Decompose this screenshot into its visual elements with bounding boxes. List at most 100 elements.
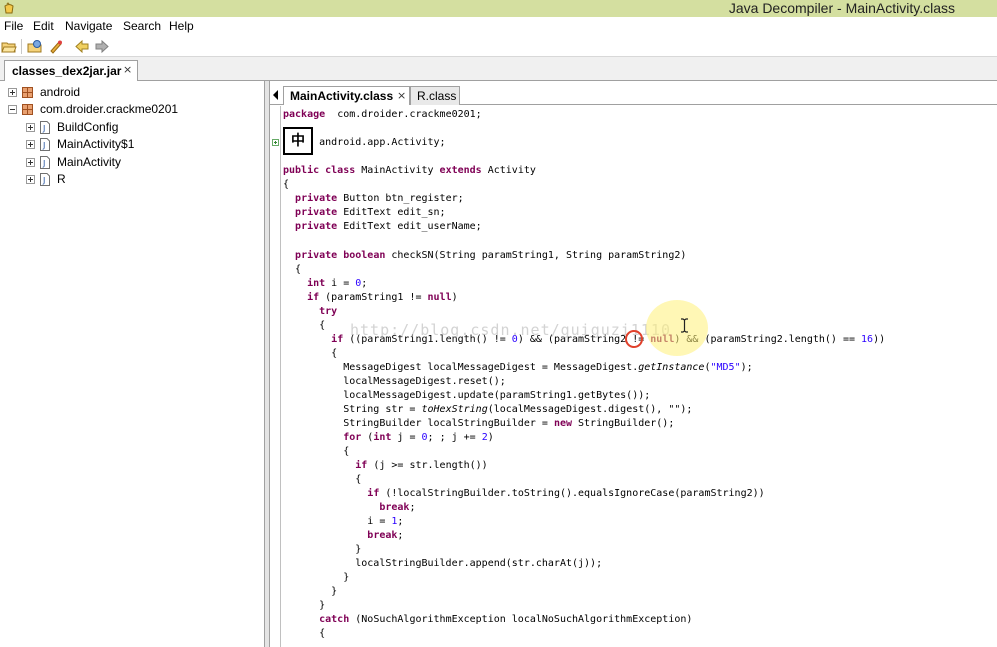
code-token: ; (409, 502, 416, 513)
code-token: private (295, 221, 338, 232)
code-token: { (283, 264, 302, 275)
tab-list-arrow-icon[interactable] (273, 90, 278, 100)
package-tree: android com.droider.crackme0201 J BuildC… (0, 81, 265, 647)
tab-r-class[interactable]: R.class (410, 86, 460, 105)
code-token: localMessageDigest.reset(); (283, 376, 506, 387)
code-line: package com.droider.crackme0201; (283, 108, 482, 122)
code-line: { (283, 627, 325, 641)
tree-node-mainactivity-1[interactable]: J MainActivity$1 (0, 136, 265, 153)
code-line: private EditText edit_sn; (283, 206, 446, 220)
expand-imports-icon[interactable] (272, 139, 279, 146)
expand-icon[interactable] (26, 140, 35, 149)
code-token: private (295, 193, 338, 204)
menu-help[interactable]: Help (169, 19, 194, 34)
tree-node-mainactivity[interactable]: J MainActivity (0, 154, 265, 171)
code-token: localMessageDigest.update(paramString1.g… (283, 390, 651, 401)
code-line: } (283, 599, 325, 613)
menu-edit[interactable]: Edit (33, 19, 54, 34)
expand-icon[interactable] (26, 123, 35, 132)
code-line: for (int j = 0; ; j += 2) (283, 431, 494, 445)
code-line: if (paramString1 != null) (283, 291, 458, 305)
code-line: i = 1; (283, 515, 403, 529)
code-token: EditText edit_sn; (337, 207, 446, 218)
code-token: (localMessageDigest.digest(), ""); (487, 404, 693, 415)
code-token: ; (361, 278, 368, 289)
code-token: ; (397, 530, 404, 541)
tree-label: MainActivity$1 (57, 137, 135, 151)
code-token: StringBuilder localStringBuilder = (283, 418, 554, 429)
tree-node-r[interactable]: J R (0, 171, 265, 188)
close-icon[interactable]: × (123, 63, 132, 76)
menu-search[interactable]: Search (123, 19, 161, 34)
forward-arrow-icon[interactable] (94, 39, 110, 54)
code-token: ( (361, 432, 374, 443)
tab-mainactivity-class[interactable]: MainActivity.class × (283, 86, 410, 105)
expand-icon[interactable] (26, 158, 35, 167)
click-indicator (625, 330, 643, 348)
code-token: catch (319, 614, 350, 625)
tree-node-buildconfig[interactable]: J BuildConfig (0, 119, 265, 136)
code-token: com.droider.crackme0201; (325, 109, 482, 120)
code-token: } (283, 544, 362, 555)
menu-file[interactable]: File (4, 19, 23, 34)
open-folder-icon[interactable] (1, 39, 17, 54)
java-class-file-icon: J (40, 156, 50, 169)
code-line: { (283, 473, 361, 487)
collapse-icon[interactable] (8, 105, 17, 114)
code-token: String str = (283, 404, 422, 415)
tree-node-com-droider-crackme0201[interactable]: com.droider.crackme0201 (0, 101, 265, 118)
java-class-file-icon: J (40, 173, 50, 186)
code-token: ) (451, 292, 458, 303)
code-token: (NoSuchAlgorithmException localNoSuchAlg… (349, 614, 693, 625)
code-line: public class MainActivity extends Activi… (283, 164, 536, 178)
tab-label: MainActivity.class (290, 89, 394, 103)
file-tab-bar: classes_dex2jar.jar × (0, 57, 997, 81)
close-icon[interactable]: × (397, 89, 406, 102)
code-token: } (283, 572, 350, 583)
code-token: private (295, 207, 338, 218)
code-token: Activity (481, 165, 536, 176)
toolbar (0, 36, 997, 57)
code-line: StringBuilder localStringBuilder = new S… (283, 417, 674, 431)
code-token: ) (487, 432, 494, 443)
code-token: int (307, 278, 326, 289)
code-line: localStringBuilder.append(str.charAt(j))… (283, 557, 602, 571)
open-type-icon[interactable] (27, 39, 43, 54)
app-icon (4, 2, 14, 14)
code-token: i = (283, 516, 392, 527)
code-line: { (283, 445, 349, 459)
expand-icon[interactable] (26, 175, 35, 184)
back-arrow-icon[interactable] (74, 39, 90, 54)
code-line: { (283, 319, 325, 333)
expand-icon[interactable] (8, 88, 17, 97)
code-line: localMessageDigest.update(paramString1.g… (283, 389, 650, 403)
svg-text:J: J (42, 176, 45, 185)
code-line: localMessageDigest.reset(); (283, 375, 506, 389)
menu-bar: File Edit Navigate Search Help (0, 17, 997, 36)
code-token: if (307, 292, 320, 303)
tree-node-android[interactable]: android (0, 84, 265, 101)
code-token: { (283, 320, 326, 331)
file-tab-classes-dex2jar[interactable]: classes_dex2jar.jar × (4, 60, 138, 81)
code-line: } (283, 571, 349, 585)
code-token: checkSN(String paramString1, String para… (385, 250, 687, 261)
code-line: if (!localStringBuilder.toString().equal… (283, 487, 764, 501)
code-line: catch (NoSuchAlgorithmException localNoS… (283, 613, 692, 627)
code-token: if (367, 488, 380, 499)
menu-navigate[interactable]: Navigate (65, 19, 112, 34)
code-token: 16 (861, 334, 874, 345)
code-line: break; (283, 501, 415, 515)
code-editor[interactable]: package com.droider.crackme0201; android… (270, 106, 997, 647)
code-token: new (553, 418, 572, 429)
code-line: { (283, 347, 337, 361)
quick-launch-icon[interactable] (48, 39, 64, 54)
code-token: break (379, 502, 410, 513)
